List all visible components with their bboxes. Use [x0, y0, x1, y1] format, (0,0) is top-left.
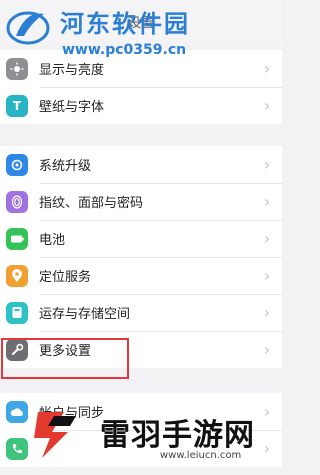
settings-item-location[interactable]: 定位服务 › — [0, 257, 282, 294]
chevron-right-icon: › — [263, 59, 271, 78]
settings-group-system: 系统升级 › 指纹、面部与密码 › 电池 › 定位服务 › 运存与存储空间 › … — [0, 146, 282, 368]
settings-item-battery[interactable]: 电池 › — [0, 220, 282, 257]
settings-item-label: 定位服务 — [39, 270, 92, 285]
chevron-right-icon: › — [263, 192, 271, 211]
settings-item-label: 运存与存储空间 — [39, 307, 131, 322]
watermark-top-url: www.pc0359.cn — [62, 42, 187, 58]
chevron-right-icon: › — [263, 96, 271, 115]
brightness-icon — [6, 57, 28, 80]
settings-item-fingerprint-face-password[interactable]: 指纹、面部与密码 › — [0, 183, 282, 220]
settings-item-label: 指纹、面部与密码 — [39, 196, 144, 211]
location-icon — [6, 264, 28, 287]
settings-item-system-update[interactable]: 系统升级 › — [0, 146, 282, 183]
settings-item-label: 显示与亮度 — [39, 63, 105, 78]
font-icon: T — [6, 94, 28, 117]
system-update-icon — [6, 153, 28, 176]
fingerprint-icon — [6, 190, 28, 213]
chevron-right-icon: › — [263, 303, 271, 322]
settings-item-label: 电池 — [39, 233, 66, 248]
highlight-box — [1, 338, 129, 379]
watermark-top-name: 河东软件园 — [60, 10, 190, 38]
settings-item-label: 系统升级 — [39, 159, 92, 174]
game-site-logo-icon — [34, 412, 76, 458]
settings-item-label: 壁纸与字体 — [39, 100, 105, 115]
settings-item-wallpaper-font[interactable]: T 壁纸与字体 › — [0, 87, 282, 124]
watermark-bottom-name: 雷羽手游网 — [100, 418, 255, 453]
storage-icon — [6, 301, 28, 324]
battery-icon — [6, 227, 28, 250]
watermark-bottom: 雷羽手游网 www.leiucn.com — [0, 394, 282, 475]
watermark-bottom-url: www.leiucn.com — [160, 450, 242, 461]
chevron-right-icon: › — [263, 229, 271, 248]
chevron-right-icon: › — [263, 340, 271, 359]
settings-item-memory-storage[interactable]: 运存与存储空间 › — [0, 294, 282, 331]
chevron-right-icon: › — [263, 266, 271, 285]
chevron-right-icon: › — [263, 155, 271, 174]
settings-group-display: 显示与亮度 › T 壁纸与字体 › — [0, 50, 282, 124]
site-logo-icon — [6, 11, 50, 45]
